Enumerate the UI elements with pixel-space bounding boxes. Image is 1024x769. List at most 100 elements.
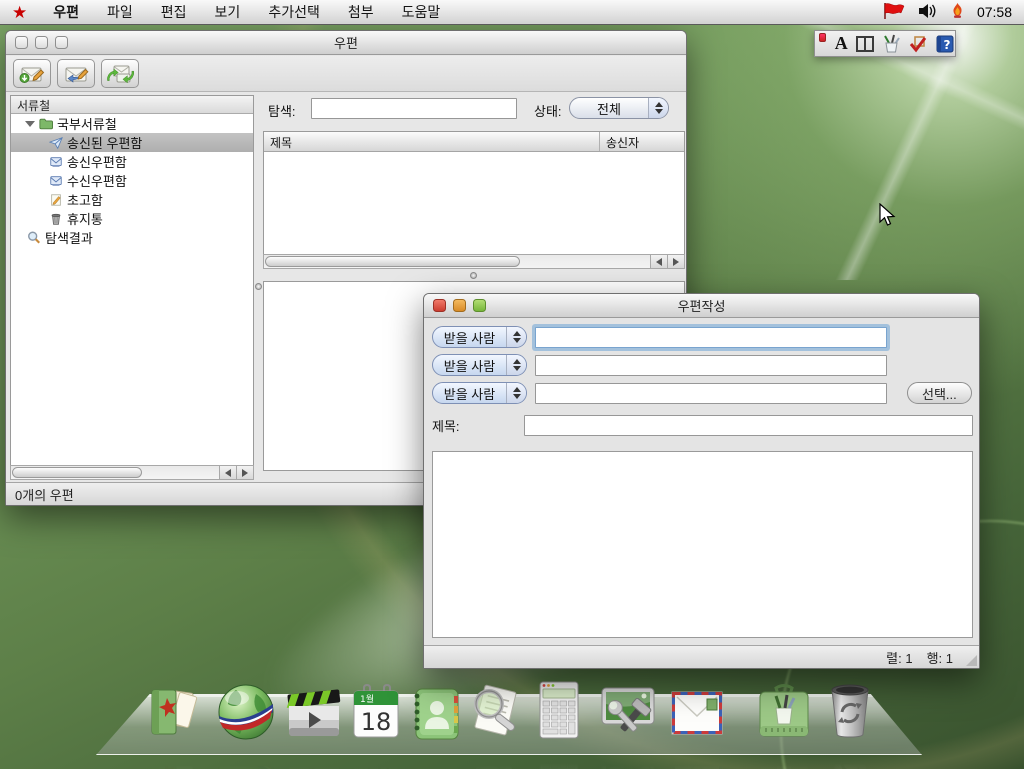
dock-item-calculator[interactable]: [527, 680, 591, 769]
dropdown-arrows-icon: [506, 355, 526, 375]
dock-item-system-tools[interactable]: [596, 682, 660, 769]
recipient-type-value: 받을 사람: [433, 355, 506, 375]
svg-text:18: 18: [361, 748, 392, 769]
recipient-type-dropdown-1[interactable]: 받을 사람: [432, 326, 527, 348]
tree-item-trash[interactable]: 휴지통: [11, 209, 253, 228]
close-button[interactable]: [433, 299, 446, 312]
menu-help[interactable]: 도움말: [388, 2, 455, 22]
menu-view[interactable]: 보기: [201, 2, 255, 22]
sidebar-header[interactable]: 서류철: [11, 96, 253, 114]
tree-item-label: 휴지통: [67, 209, 103, 228]
tree-item-outbox[interactable]: 송신우편함: [11, 152, 253, 171]
annotate-check-icon[interactable]: [908, 34, 928, 54]
recipient-input-1[interactable]: [535, 327, 887, 348]
mail-toolbar: [6, 56, 686, 92]
columns-view-icon[interactable]: [856, 34, 874, 54]
compose-mail-button[interactable]: [13, 59, 51, 88]
tree-item-inbox[interactable]: 수신우편함: [11, 171, 253, 190]
recipient-type-dropdown-3[interactable]: 받을 사람: [432, 382, 527, 404]
file-manager-icon: [145, 682, 205, 742]
zoom-button[interactable]: [55, 36, 68, 49]
menu-app[interactable]: 우편: [39, 2, 93, 22]
select-recipient-button[interactable]: 선택...: [907, 382, 972, 404]
scroll-right-button[interactable]: [236, 466, 253, 479]
mail-count: 0개의 우편: [6, 485, 74, 504]
zoom-button[interactable]: [473, 299, 486, 312]
close-button[interactable]: [15, 36, 28, 49]
inbox-icon: [49, 174, 63, 188]
tree-item-search-results[interactable]: 탐색결과: [11, 228, 253, 247]
svg-text:?: ?: [944, 38, 951, 52]
dock-item-trash[interactable]: [818, 680, 882, 769]
red-star-icon[interactable]: ★: [12, 4, 27, 21]
minimize-button[interactable]: [453, 299, 466, 312]
scrollbar-thumb[interactable]: [265, 256, 520, 267]
menu-attach[interactable]: 첨부: [334, 2, 388, 22]
web-browser-icon: [216, 738, 276, 769]
resize-grip[interactable]: [966, 655, 977, 666]
dock-item-calendar[interactable]: 1월 18 1월 18: [344, 684, 408, 769]
dock-item-mail[interactable]: [665, 682, 729, 769]
font-icon[interactable]: A: [833, 34, 849, 54]
list-horizontal-scrollbar[interactable]: [263, 254, 685, 269]
dock-item-media-player[interactable]: [282, 684, 346, 769]
tree-item-drafts[interactable]: 초고함: [11, 190, 253, 209]
message-body-input[interactable]: [432, 451, 973, 638]
pane-splitter-handle[interactable]: [470, 272, 477, 279]
dock-item-utilities[interactable]: [752, 682, 816, 769]
help-book-icon[interactable]: ?: [935, 34, 955, 54]
tree-item-local-folders[interactable]: 국부서류철: [11, 114, 253, 133]
column-sender[interactable]: 송신자: [600, 132, 684, 151]
send-receive-button[interactable]: [101, 59, 139, 88]
dock-item-file-manager[interactable]: [143, 682, 207, 769]
trash-icon: [820, 736, 880, 769]
menu-file[interactable]: 파일: [93, 2, 147, 22]
scroll-right-button[interactable]: [667, 255, 684, 268]
document-search-icon: [465, 738, 525, 769]
calendar-icon: 1월 18: [346, 684, 406, 744]
file-manager-icon: [145, 738, 205, 769]
sidebar-splitter-handle[interactable]: [255, 283, 262, 290]
dock-item-address-book[interactable]: [404, 684, 468, 769]
calculator-icon: [529, 680, 589, 740]
status-filter-dropdown[interactable]: 전체: [569, 97, 669, 119]
trash-folder-icon: [49, 212, 63, 226]
recipient-type-dropdown-2[interactable]: 받을 사람: [432, 354, 527, 376]
notification-flame-icon[interactable]: [950, 2, 965, 22]
menu-options[interactable]: 추가선택: [254, 2, 334, 22]
line-indicator: 행: 1: [927, 648, 953, 667]
sidebar-horizontal-scrollbar[interactable]: [10, 465, 254, 480]
subject-input[interactable]: [524, 415, 973, 436]
search-label: 탐색:: [268, 101, 296, 120]
minimize-button[interactable]: [35, 36, 48, 49]
toolbar-close-icon[interactable]: [819, 33, 826, 42]
recipient-input-3[interactable]: [535, 383, 887, 404]
message-list-header: 제목 송신자: [264, 132, 684, 152]
window-title: 우편: [6, 33, 686, 52]
mouse-cursor: [878, 203, 896, 230]
pen-cup-icon[interactable]: [881, 34, 901, 54]
flag-icon[interactable]: [882, 2, 906, 23]
scrollbar-thumb[interactable]: [12, 467, 142, 478]
volume-icon[interactable]: [918, 3, 938, 22]
send-receive-icon: [106, 63, 134, 85]
media-player-icon: [284, 684, 344, 744]
tree-item-sent-mailbox[interactable]: 송신된 우편함: [11, 133, 253, 152]
menu-edit[interactable]: 편집: [147, 2, 201, 22]
message-list[interactable]: 제목 송신자: [263, 131, 685, 269]
dropdown-arrows-icon: [506, 383, 526, 403]
dock-item-web-browser[interactable]: [214, 682, 278, 769]
scroll-left-button[interactable]: [219, 466, 236, 479]
clock[interactable]: 07:58: [977, 4, 1012, 20]
compose-titlebar[interactable]: 우편작성: [424, 294, 979, 318]
outbox-icon: [49, 155, 63, 169]
dock-item-document-search[interactable]: [463, 682, 527, 769]
mail-titlebar[interactable]: 우편: [6, 31, 686, 55]
reply-mail-button[interactable]: [57, 59, 95, 88]
calculator-icon: [529, 736, 589, 769]
column-subject[interactable]: 제목: [264, 132, 600, 151]
search-input[interactable]: [311, 98, 517, 119]
disclosure-triangle-icon[interactable]: [25, 121, 35, 127]
recipient-input-2[interactable]: [535, 355, 887, 376]
scroll-left-button[interactable]: [650, 255, 667, 268]
